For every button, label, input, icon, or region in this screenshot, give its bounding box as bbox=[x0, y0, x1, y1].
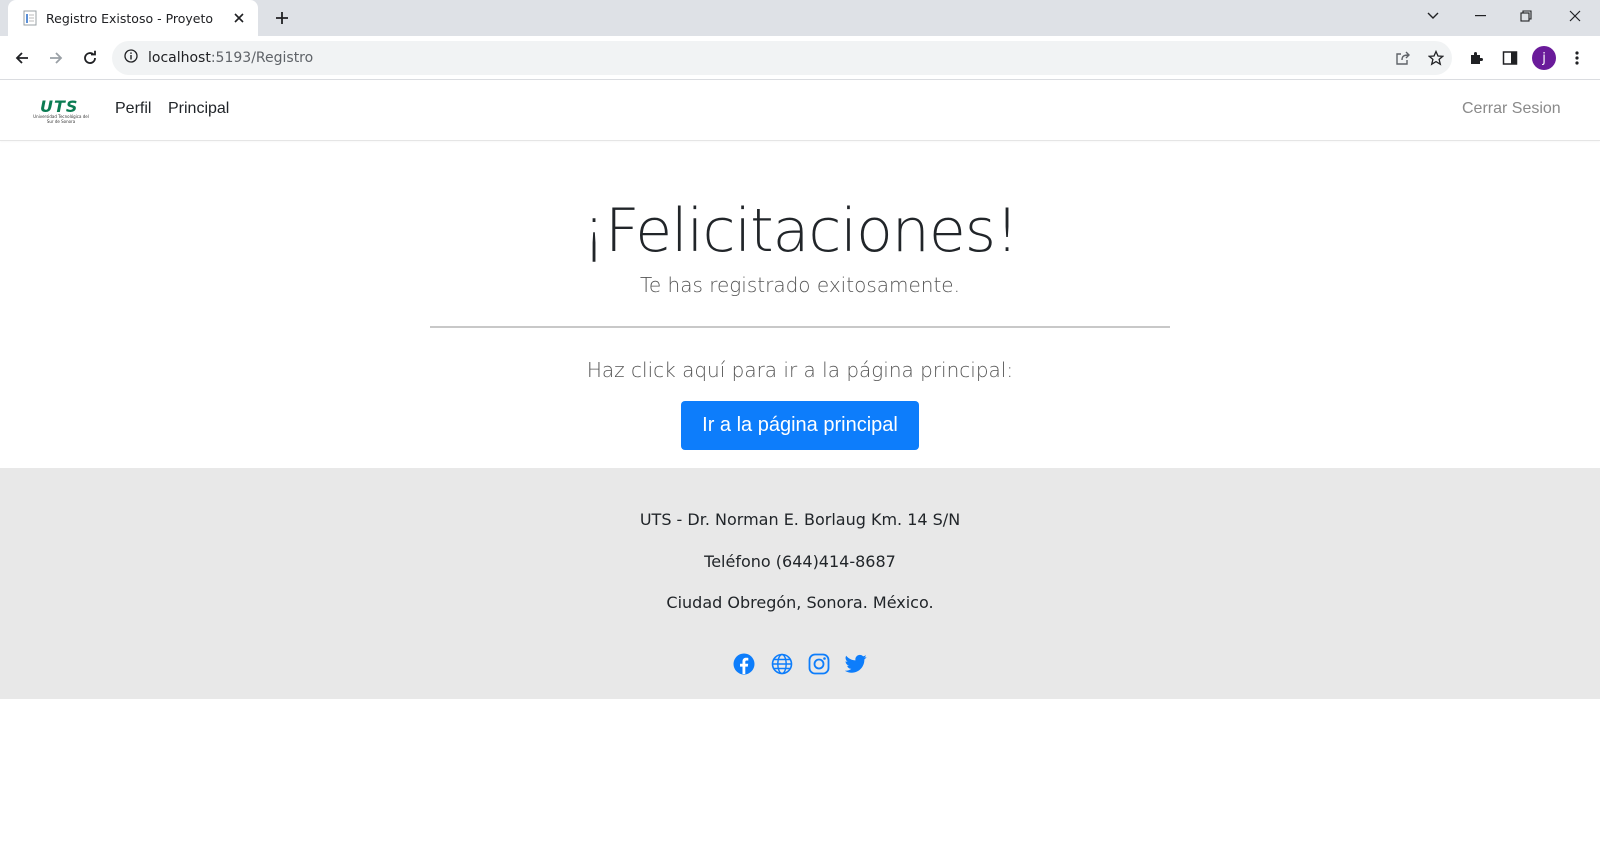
minimize-icon[interactable] bbox=[1457, 0, 1503, 32]
restore-icon[interactable] bbox=[1503, 0, 1549, 32]
browser-toolbar: localhost:5193/Registro bbox=[0, 36, 1600, 80]
back-icon[interactable] bbox=[9, 45, 35, 71]
logout-link[interactable]: Cerrar Sesion bbox=[1462, 100, 1561, 118]
bookmark-star-icon[interactable] bbox=[1423, 45, 1449, 71]
instagram-icon[interactable] bbox=[807, 652, 831, 676]
footer-city: Ciudad Obregón, Sonora. México. bbox=[666, 593, 934, 612]
nav-link-principal[interactable]: Principal bbox=[168, 100, 229, 118]
tab-search-icon[interactable] bbox=[1410, 0, 1456, 32]
globe-icon[interactable] bbox=[770, 652, 794, 676]
logo-subtitle: Universidad Tecnológica del Sur de Sonor… bbox=[33, 114, 89, 124]
share-icon[interactable] bbox=[1390, 45, 1416, 71]
redirect-prompt: Haz click aquí para ir a la página princ… bbox=[586, 358, 1014, 382]
go-home-button[interactable]: Ir a la página principal bbox=[681, 401, 919, 450]
uts-logo[interactable]: UTS Universidad Tecnológica del Sur de S… bbox=[32, 97, 90, 127]
nav-link-perfil[interactable]: Perfil bbox=[115, 100, 151, 118]
profile-avatar[interactable]: j bbox=[1532, 46, 1556, 70]
browser-tab[interactable]: Registro Existoso - Proyeto bbox=[8, 0, 258, 36]
footer-phone: Teléfono (644)414-8687 bbox=[704, 552, 896, 571]
divider bbox=[430, 326, 1170, 328]
tab-close-icon[interactable] bbox=[230, 9, 248, 27]
twitter-icon[interactable] bbox=[844, 652, 868, 676]
site-info-icon[interactable] bbox=[124, 48, 138, 68]
menu-kebab-icon[interactable] bbox=[1564, 45, 1590, 71]
facebook-icon[interactable] bbox=[732, 652, 756, 676]
url-text: localhost:5193/Registro bbox=[148, 50, 313, 66]
browser-tab-strip: Registro Existoso - Proyeto bbox=[0, 0, 1600, 36]
close-window-icon[interactable] bbox=[1552, 0, 1598, 32]
site-navbar: UTS Universidad Tecnológica del Sur de S… bbox=[0, 80, 1600, 141]
footer-address: UTS - Dr. Norman E. Borlaug Km. 14 S/N bbox=[639, 510, 961, 529]
footer: UTS - Dr. Norman E. Borlaug Km. 14 S/N T… bbox=[0, 468, 1600, 699]
reload-icon[interactable] bbox=[77, 45, 103, 71]
new-tab-icon[interactable] bbox=[270, 6, 294, 30]
page-title: ¡Felicitaciones! bbox=[581, 196, 1019, 266]
forward-icon[interactable] bbox=[43, 45, 69, 71]
url-host: localhost bbox=[148, 50, 211, 66]
side-panel-icon[interactable] bbox=[1497, 45, 1523, 71]
url-path: :5193/Registro bbox=[210, 50, 314, 66]
address-bar[interactable]: localhost:5193/Registro bbox=[112, 41, 1452, 75]
tab-title: Registro Existoso - Proyeto bbox=[46, 10, 214, 26]
success-message: Te has registrado exitosamente. bbox=[640, 273, 960, 297]
page-favicon-icon bbox=[22, 10, 38, 26]
extensions-icon[interactable] bbox=[1463, 45, 1489, 71]
